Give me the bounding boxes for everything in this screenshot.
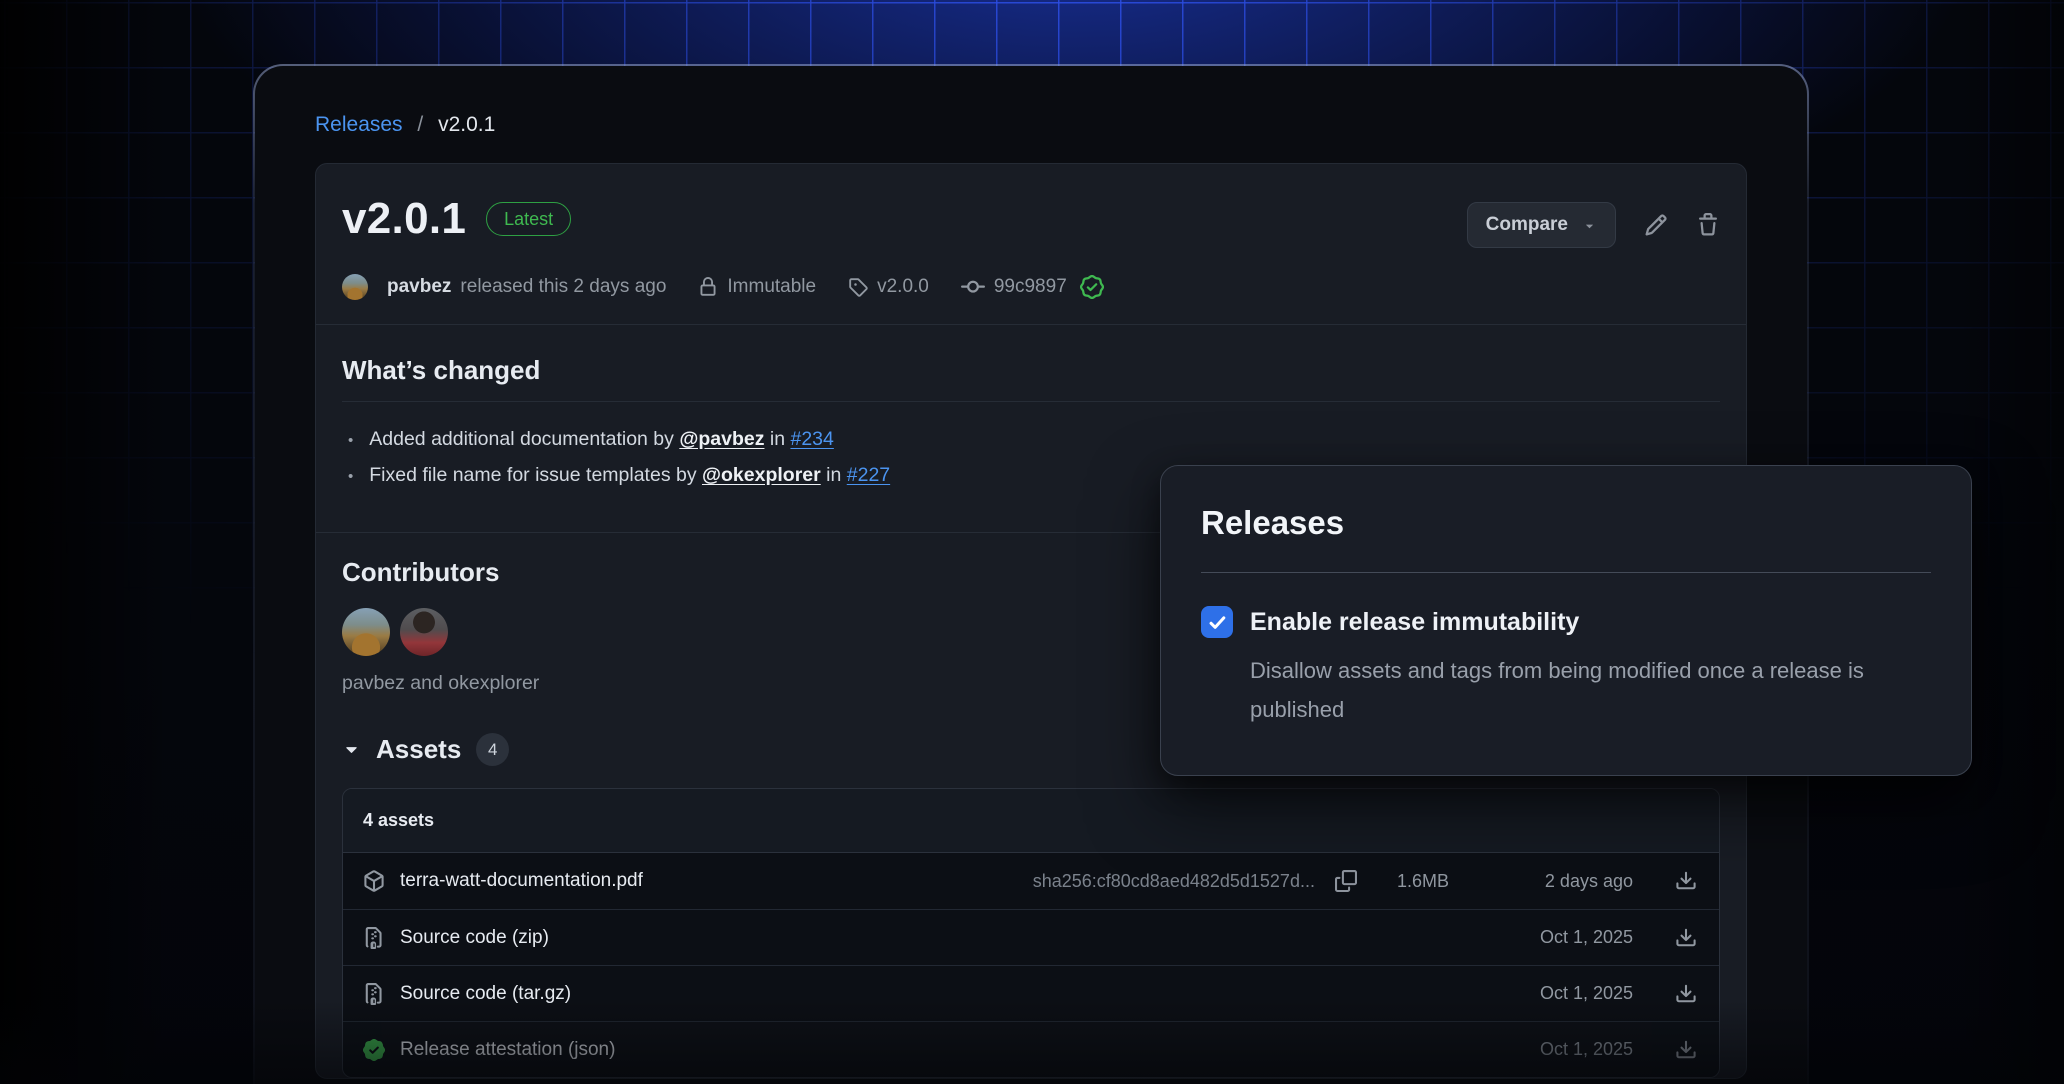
- download-button[interactable]: [1675, 983, 1697, 1005]
- change-text: in: [821, 464, 847, 486]
- asset-name[interactable]: Release attestation (json): [400, 1039, 615, 1061]
- asset-name[interactable]: terra-watt-documentation.pdf: [400, 870, 643, 892]
- pr-link[interactable]: #234: [790, 428, 833, 450]
- compare-button[interactable]: Compare: [1467, 202, 1616, 248]
- page: Releases / v2.0.1 v2.0.1 Latest Compare: [0, 0, 2064, 1084]
- release-header-row: v2.0.1 Latest Compare: [342, 194, 1720, 248]
- download-icon: [1675, 983, 1697, 1005]
- download-icon: [1675, 927, 1697, 949]
- popup-title: Releases: [1201, 504, 1931, 542]
- package-icon: [363, 870, 385, 892]
- bullet-icon: •: [348, 424, 353, 458]
- change-item: • Added additional documentation by @pav…: [348, 422, 1720, 458]
- assets-collapse-toggle[interactable]: [342, 740, 361, 759]
- release-settings-popup: Releases Enable release immutability Dis…: [1160, 465, 1972, 776]
- copy-digest-button[interactable]: [1335, 870, 1357, 892]
- commit-sha[interactable]: 99c9897: [994, 276, 1067, 298]
- asset-row: Source code (zip) Oct 1, 2025: [343, 909, 1719, 965]
- popup-divider: [1201, 572, 1931, 573]
- chevron-down-icon: [1582, 218, 1597, 233]
- immutability-checkbox-label[interactable]: Enable release immutability: [1250, 608, 1579, 637]
- assets-box: 4 assets terra-watt-documentation.pdf sh…: [342, 788, 1720, 1078]
- release-meta-row: pavbez released this 2 days ago Immutabl…: [342, 274, 1720, 324]
- download-button[interactable]: [1675, 1039, 1697, 1061]
- asset-row: terra-watt-documentation.pdf sha256:cf80…: [343, 853, 1719, 909]
- release-actions: Compare: [1467, 202, 1720, 248]
- avatar-okexplorer[interactable]: [400, 608, 448, 656]
- trash-icon: [1696, 213, 1720, 237]
- asset-date: Oct 1, 2025: [1483, 983, 1633, 1004]
- breadcrumb-current: v2.0.1: [438, 113, 495, 136]
- triangle-down-icon: [342, 740, 361, 759]
- download-button[interactable]: [1675, 870, 1697, 892]
- git-commit-icon: [961, 275, 985, 299]
- whats-changed-heading: What’s changed: [342, 355, 1720, 402]
- asset-row: Release attestation (json) Oct 1, 2025: [343, 1021, 1719, 1077]
- delete-release-button[interactable]: [1696, 213, 1720, 237]
- verified-icon: [363, 1039, 385, 1061]
- avatar-pavbez[interactable]: [342, 608, 390, 656]
- immutable-label: Immutable: [727, 276, 816, 298]
- pr-link[interactable]: #227: [847, 464, 890, 486]
- asset-digest: sha256:cf80cd8aed482d5d1527d...: [1033, 871, 1315, 892]
- asset-date: Oct 1, 2025: [1483, 1039, 1633, 1060]
- verified-icon: [1080, 275, 1104, 299]
- file-zip-icon: [363, 983, 385, 1005]
- download-icon: [1675, 870, 1697, 892]
- author-avatar[interactable]: [342, 274, 368, 300]
- immutability-description: Disallow assets and tags from being modi…: [1250, 651, 1930, 729]
- check-icon: [1207, 612, 1228, 633]
- lock-icon: [698, 277, 718, 297]
- immutability-checkbox[interactable]: [1201, 606, 1233, 638]
- asset-date: 2 days ago: [1483, 871, 1633, 892]
- pencil-icon: [1644, 213, 1668, 237]
- asset-date: Oct 1, 2025: [1483, 927, 1633, 948]
- user-link[interactable]: @pavbez: [679, 428, 764, 450]
- download-button[interactable]: [1675, 927, 1697, 949]
- change-text: Added additional documentation by: [369, 428, 679, 450]
- change-text: Fixed file name for issue templates by: [369, 464, 702, 486]
- download-icon: [1675, 1039, 1697, 1061]
- breadcrumb: Releases / v2.0.1: [315, 112, 1747, 138]
- change-text: in: [764, 428, 790, 450]
- author-name[interactable]: pavbez: [387, 276, 451, 298]
- latest-badge: Latest: [486, 202, 571, 236]
- assets-box-header: 4 assets: [343, 789, 1719, 853]
- immutability-setting-row: Enable release immutability: [1201, 606, 1931, 638]
- tag-name: v2.0.0: [877, 276, 929, 298]
- edit-release-button[interactable]: [1644, 213, 1668, 237]
- bullet-icon: •: [348, 460, 353, 494]
- breadcrumb-separator: /: [417, 113, 423, 136]
- user-link[interactable]: @okexplorer: [702, 464, 821, 486]
- file-zip-icon: [363, 927, 385, 949]
- breadcrumb-releases-link[interactable]: Releases: [315, 113, 403, 136]
- asset-row: Source code (tar.gz) Oct 1, 2025: [343, 965, 1719, 1021]
- asset-name[interactable]: Source code (zip): [400, 927, 549, 949]
- assets-heading: Assets: [376, 734, 461, 765]
- asset-size: 1.6MB: [1397, 871, 1449, 892]
- compare-button-label: Compare: [1486, 214, 1568, 236]
- copy-icon: [1335, 870, 1357, 892]
- release-title: v2.0.1: [342, 194, 466, 244]
- tag-icon: [848, 277, 868, 297]
- released-text: released this 2 days ago: [460, 276, 666, 298]
- assets-count-badge: 4: [476, 733, 509, 766]
- asset-name[interactable]: Source code (tar.gz): [400, 983, 571, 1005]
